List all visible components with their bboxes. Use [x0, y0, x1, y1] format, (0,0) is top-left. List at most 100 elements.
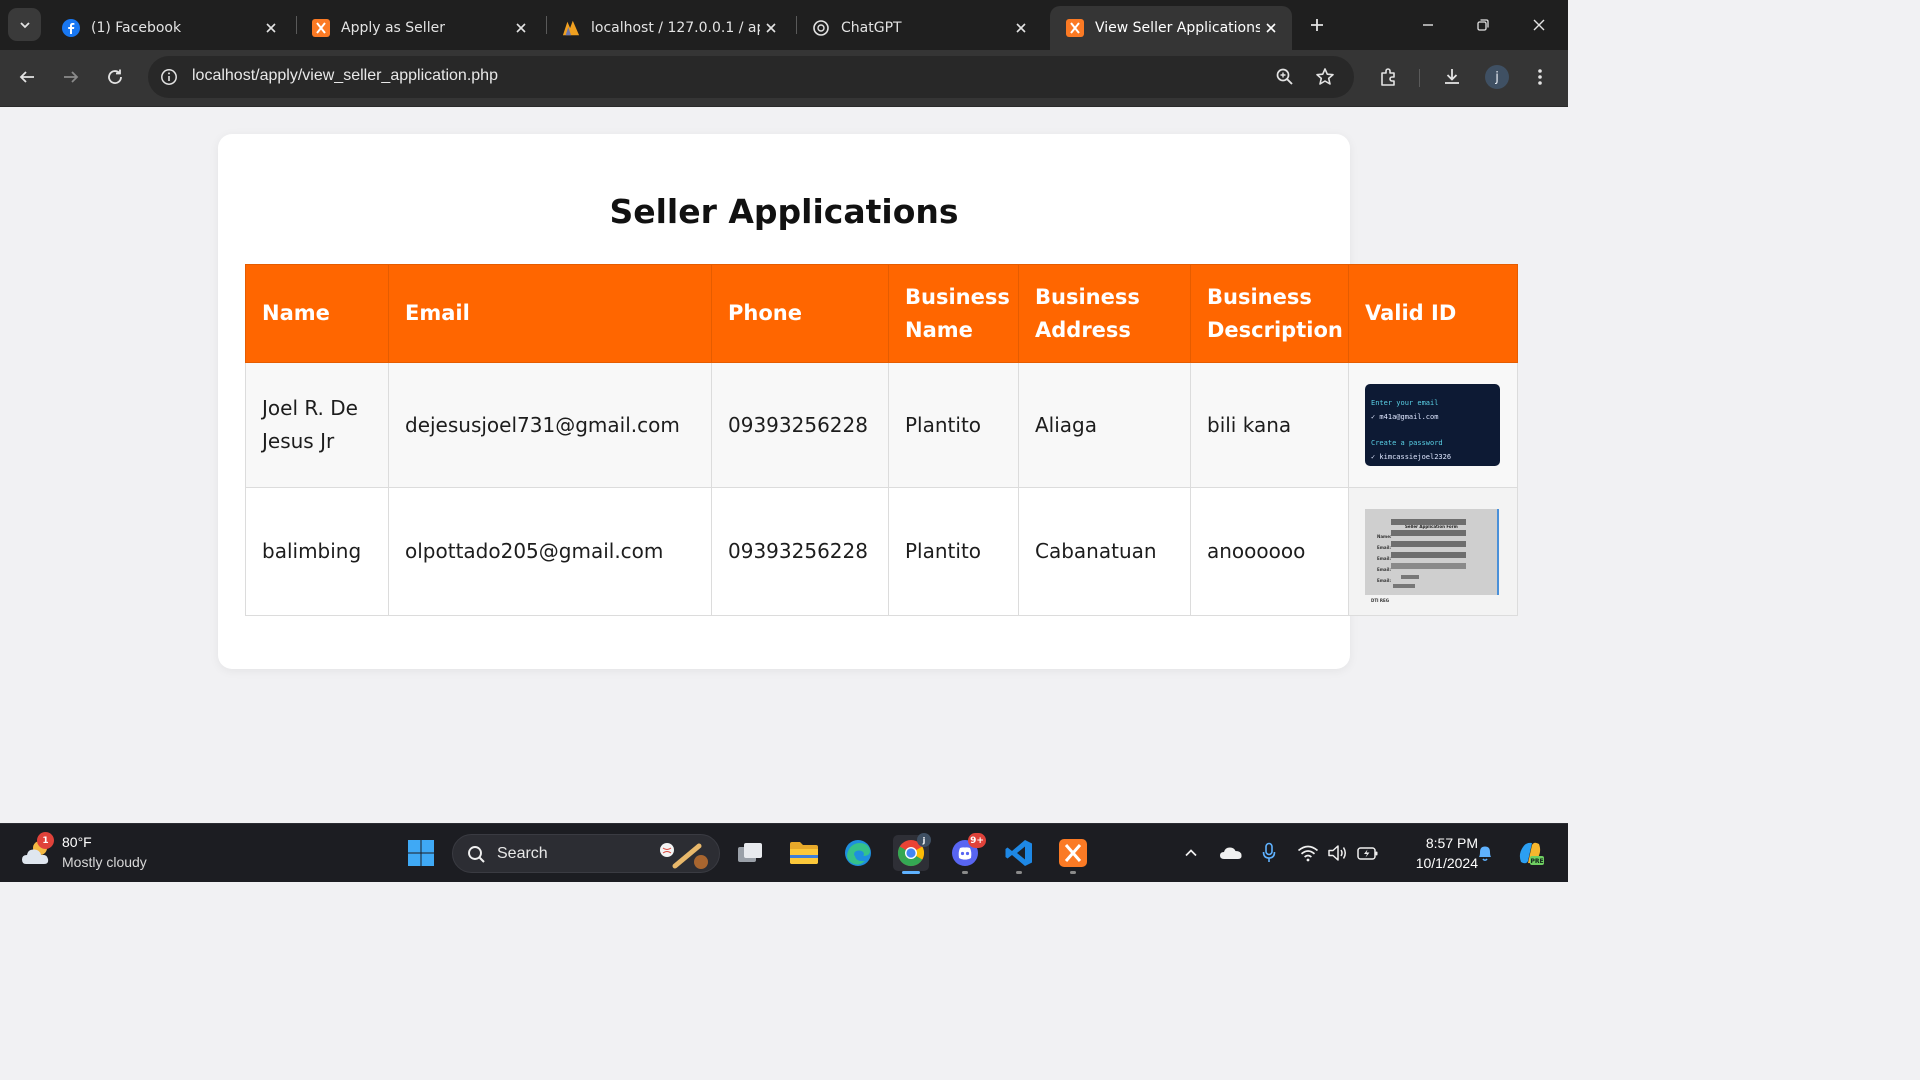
copilot-icon[interactable]: PRE	[1514, 837, 1546, 869]
weather-temperature: 80°F	[62, 834, 92, 850]
taskbar-chrome[interactable]: j	[893, 833, 931, 874]
id-image-field	[1391, 562, 1466, 569]
taskbar-search[interactable]: Search	[452, 834, 720, 873]
taskbar-discord[interactable]: 9+	[947, 833, 986, 874]
taskbar-task-view[interactable]	[732, 835, 768, 871]
windows-taskbar: 1 80°F Mostly cloudy Search j 9+ 8:57 PM…	[0, 823, 1568, 882]
valid-id-image[interactable]: Seller Application Form Name: Email: Ema…	[1365, 508, 1499, 603]
column-header-business-name: Business Name	[888, 264, 1019, 363]
column-header-business-description: Business Description	[1190, 264, 1349, 363]
tray-overflow-button[interactable]	[1179, 841, 1203, 865]
notification-bell-icon[interactable]	[1473, 841, 1497, 865]
seller-applications-table: Name Email Phone Business Name Business …	[245, 264, 1518, 616]
cell-name: Joel R. De Jesus Jr	[245, 362, 389, 488]
bookmark-star-icon[interactable]	[1312, 64, 1338, 90]
weather-badge: 1	[37, 832, 54, 849]
minimize-icon	[1423, 24, 1433, 26]
reload-button[interactable]	[100, 62, 130, 92]
taskbar-edge[interactable]	[840, 835, 876, 871]
tab-title: ChatGPT	[841, 20, 902, 36]
start-button[interactable]	[403, 835, 439, 871]
downloads-icon[interactable]	[1438, 63, 1466, 91]
cell-valid-id: Enter your email ✓ m41a@gmail.com Create…	[1348, 362, 1518, 488]
close-tab-icon[interactable]	[1260, 17, 1282, 39]
close-tab-icon[interactable]	[260, 17, 282, 39]
close-tab-icon[interactable]	[510, 17, 532, 39]
profile-avatar[interactable]: j	[1485, 65, 1509, 89]
column-header-phone: Phone	[711, 264, 889, 363]
taskbar-vscode[interactable]	[1001, 835, 1037, 874]
address-bar[interactable]: localhost/apply/view_seller_application.…	[148, 56, 1354, 98]
edge-icon	[845, 840, 871, 866]
vscode-icon	[1005, 840, 1032, 866]
cell-business-description: anoooooo	[1190, 487, 1349, 616]
close-tab-icon[interactable]	[1010, 17, 1032, 39]
onedrive-icon[interactable]	[1219, 841, 1243, 865]
tab-apply-as-seller[interactable]: Apply as Seller	[296, 6, 542, 50]
restore-button[interactable]	[1468, 10, 1498, 40]
xampp-icon	[1059, 839, 1087, 867]
wifi-icon[interactable]	[1296, 841, 1320, 865]
id-image-label: DTI REG	[1371, 597, 1390, 603]
search-icon	[468, 846, 485, 863]
browser-toolbar: localhost/apply/view_seller_application.…	[0, 50, 1568, 107]
minimize-button[interactable]	[1413, 10, 1443, 40]
tab-title: (1) Facebook	[91, 20, 182, 36]
column-header-name: Name	[245, 264, 389, 363]
tab-phpmyadmin[interactable]: localhost / 127.0.0.1 / app	[546, 6, 792, 50]
tab-chatgpt[interactable]: ChatGPT	[796, 6, 1042, 50]
site-info-icon[interactable]	[156, 64, 182, 90]
close-tab-icon[interactable]	[760, 17, 782, 39]
id-image-file-button	[1393, 583, 1415, 588]
cell-email: olpottado205@gmail.com	[388, 487, 712, 616]
back-button[interactable]	[12, 62, 42, 92]
search-highlight-icon	[660, 843, 708, 869]
volume-icon[interactable]	[1326, 841, 1350, 865]
task-view-icon	[738, 843, 762, 862]
cell-business-address: Cabanatuan	[1018, 487, 1191, 616]
tab-facebook[interactable]: (1) Facebook	[46, 6, 292, 50]
table-header-row: Name Email Phone Business Name Business …	[245, 264, 1518, 363]
id-image-file-button	[1401, 574, 1419, 579]
taskbar-clock[interactable]: 8:57 PM 10/1/2024	[1390, 833, 1478, 873]
page-title: Seller Applications	[609, 192, 959, 231]
clock-date: 10/1/2024	[1415, 855, 1478, 871]
tab-view-seller-applications[interactable]: View Seller Applications	[1050, 6, 1292, 50]
taskbar-xampp[interactable]	[1055, 835, 1091, 874]
id-image-form-title: Seller Application Form	[1405, 523, 1458, 529]
arrow-right-icon	[64, 71, 79, 83]
microphone-icon[interactable]	[1257, 841, 1281, 865]
id-image-field	[1391, 529, 1466, 536]
extensions-icon[interactable]	[1374, 63, 1402, 91]
taskbar-file-explorer[interactable]	[786, 835, 822, 871]
phpmyadmin-icon	[562, 19, 580, 37]
chevron-down-icon	[19, 21, 30, 28]
clock-time: 8:57 PM	[1425, 835, 1478, 851]
valid-id-image[interactable]: Enter your email ✓ m41a@gmail.com Create…	[1365, 384, 1500, 466]
cell-phone: 09393256228	[711, 362, 889, 488]
battery-charging-icon[interactable]	[1356, 841, 1380, 865]
arrow-left-icon	[19, 71, 34, 83]
more-menu-icon[interactable]	[1526, 63, 1554, 91]
facebook-icon	[62, 19, 80, 37]
restore-icon	[1477, 19, 1489, 31]
close-icon	[1533, 19, 1545, 31]
new-tab-button[interactable]	[1304, 12, 1330, 38]
svg-text:PRE: PRE	[1530, 858, 1543, 865]
weather-widget[interactable]: 1	[20, 832, 56, 870]
id-image-field	[1391, 518, 1466, 525]
column-header-business-address: Business Address	[1018, 264, 1191, 363]
toolbar-separator	[1419, 69, 1420, 87]
tab-search-button[interactable]	[8, 8, 41, 41]
xampp-icon	[1066, 19, 1084, 37]
forward-button[interactable]	[56, 62, 86, 92]
running-app-indicator	[1016, 871, 1022, 874]
table-row: balimbing olpottado205@gmail.com 0939325…	[245, 487, 1518, 616]
active-app-indicator	[902, 871, 920, 874]
plus-icon	[1311, 19, 1323, 31]
cell-business-description: bili kana	[1190, 362, 1349, 488]
zoom-icon[interactable]	[1272, 64, 1298, 90]
id-image-field	[1391, 551, 1466, 558]
table-row: Joel R. De Jesus Jr dejesusjoel731@gmail…	[245, 362, 1518, 488]
close-window-button[interactable]	[1524, 10, 1554, 40]
